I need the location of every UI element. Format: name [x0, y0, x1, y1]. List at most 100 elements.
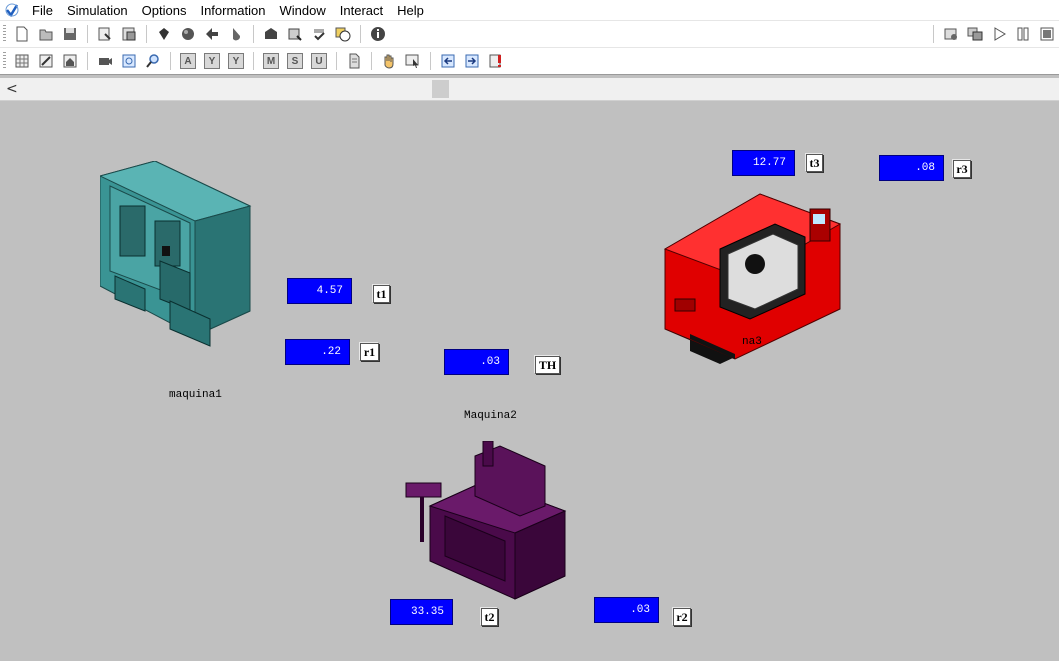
import-button[interactable]: [438, 51, 458, 71]
open-icon: [39, 29, 53, 41]
t1-label: t1: [373, 285, 390, 303]
menu-options[interactable]: Options: [135, 3, 194, 18]
document-button[interactable]: [344, 51, 364, 71]
r3-label: r3: [953, 160, 971, 178]
letter-y2-button[interactable]: Y: [226, 51, 246, 71]
element-part-button[interactable]: [154, 24, 174, 44]
drop-icon: [233, 28, 241, 41]
windows-button[interactable]: [965, 24, 985, 44]
view-button[interactable]: [119, 51, 139, 71]
info-icon: [371, 27, 385, 41]
run-settings-button[interactable]: [941, 24, 961, 44]
machine-maquina1-icon[interactable]: [100, 161, 255, 351]
letter-y-label: Y: [204, 53, 220, 69]
sphere-icon: [182, 28, 194, 40]
element-machine-button[interactable]: [178, 24, 198, 44]
open-button[interactable]: [36, 24, 56, 44]
info-button[interactable]: [368, 24, 388, 44]
letter-u-label: U: [311, 53, 327, 69]
machine-name-label: maquina1: [169, 389, 222, 401]
path-icon: [288, 28, 302, 41]
build-button[interactable]: [119, 24, 139, 44]
element-timer-button[interactable]: [333, 24, 353, 44]
scroll-left-arrow[interactable]: <: [6, 81, 18, 97]
toolbar-separator: [146, 25, 147, 43]
clock-icon: [335, 27, 351, 42]
letter-m-button[interactable]: M: [261, 51, 281, 71]
edit-button[interactable]: [36, 51, 56, 71]
letter-a-button[interactable]: A: [178, 51, 198, 71]
t3-label: t3: [806, 154, 823, 172]
r3-value-box: .08: [879, 155, 944, 181]
t1-value-box: 4.57: [287, 278, 352, 304]
machine-name-label: Maquina2: [464, 410, 517, 422]
arrow-left-icon: [206, 28, 218, 40]
new-file-button[interactable]: [12, 24, 32, 44]
app-logo-icon: [5, 3, 19, 17]
element-path-button[interactable]: [285, 24, 305, 44]
pause-button[interactable]: [1013, 24, 1033, 44]
layout-button[interactable]: [95, 24, 115, 44]
import-icon: [441, 54, 455, 68]
view-icon: [122, 54, 136, 68]
menu-window[interactable]: Window: [273, 3, 333, 18]
element-conveyor-button[interactable]: [202, 24, 222, 44]
t3-value-box: 12.77: [732, 150, 795, 176]
camera-icon: [99, 58, 112, 65]
element-buffer-button[interactable]: [226, 24, 246, 44]
toolbar-separator: [170, 52, 171, 70]
t2-value-box: 33.35: [390, 599, 453, 625]
new-file-icon: [16, 26, 28, 42]
menu-file[interactable]: File: [25, 3, 60, 18]
toolbar-separator: [87, 52, 88, 70]
toolbar-separator: [253, 52, 254, 70]
run-button[interactable]: [989, 24, 1009, 44]
menu-information[interactable]: Information: [193, 3, 272, 18]
letter-a-label: A: [180, 53, 196, 69]
home-button[interactable]: [60, 51, 80, 71]
letter-m-label: M: [263, 53, 279, 69]
element-tank-button[interactable]: [309, 24, 329, 44]
letter-u-button[interactable]: U: [309, 51, 329, 71]
stop-button[interactable]: [1037, 24, 1057, 44]
menu-interact[interactable]: Interact: [333, 3, 390, 18]
toolbar-separator: [253, 25, 254, 43]
menu-simulation[interactable]: Simulation: [60, 3, 135, 18]
table-button[interactable]: [12, 51, 32, 71]
hand-button[interactable]: [379, 51, 399, 71]
export-button[interactable]: [462, 51, 482, 71]
toolbar-separator: [430, 52, 431, 70]
toolbar-separator: [336, 52, 337, 70]
table-icon: [15, 54, 29, 68]
letter-s-button[interactable]: S: [285, 51, 305, 71]
menu-bar: File Simulation Options Information Wind…: [0, 0, 1059, 20]
throughput-label: TH: [535, 356, 560, 374]
r2-value-box: .03: [594, 597, 659, 623]
toolbar-grip[interactable]: [3, 52, 6, 70]
pause-icon: [1017, 27, 1029, 41]
save-button[interactable]: [60, 24, 80, 44]
camera-button[interactable]: [95, 51, 115, 71]
home-icon: [63, 54, 77, 68]
alert-button[interactable]: [486, 51, 506, 71]
simulation-canvas[interactable]: maquina1 Maquina2 na3 4.57 t1 .22 r1 .03…: [0, 101, 1059, 661]
toolbar-separator: [933, 25, 934, 43]
windows-icon: [967, 27, 983, 41]
horizontal-scrollbar[interactable]: <: [0, 78, 1059, 101]
check-icon: [314, 29, 325, 41]
menu-help[interactable]: Help: [390, 3, 431, 18]
element-labor-button[interactable]: [261, 24, 281, 44]
box-icon: [265, 28, 277, 39]
scroll-thumb[interactable]: [432, 80, 449, 98]
toolbar-separator: [371, 52, 372, 70]
interact-button[interactable]: [403, 51, 423, 71]
toolbar-grip[interactable]: [3, 25, 6, 43]
letter-s-label: S: [287, 53, 303, 69]
edit-icon: [39, 54, 53, 68]
toolbar-main: [0, 20, 1059, 47]
zoom-button[interactable]: [143, 51, 163, 71]
build-icon: [122, 27, 136, 41]
machine-maquina2-icon[interactable]: [405, 441, 570, 601]
document-icon: [349, 53, 360, 69]
letter-y-button[interactable]: Y: [202, 51, 222, 71]
